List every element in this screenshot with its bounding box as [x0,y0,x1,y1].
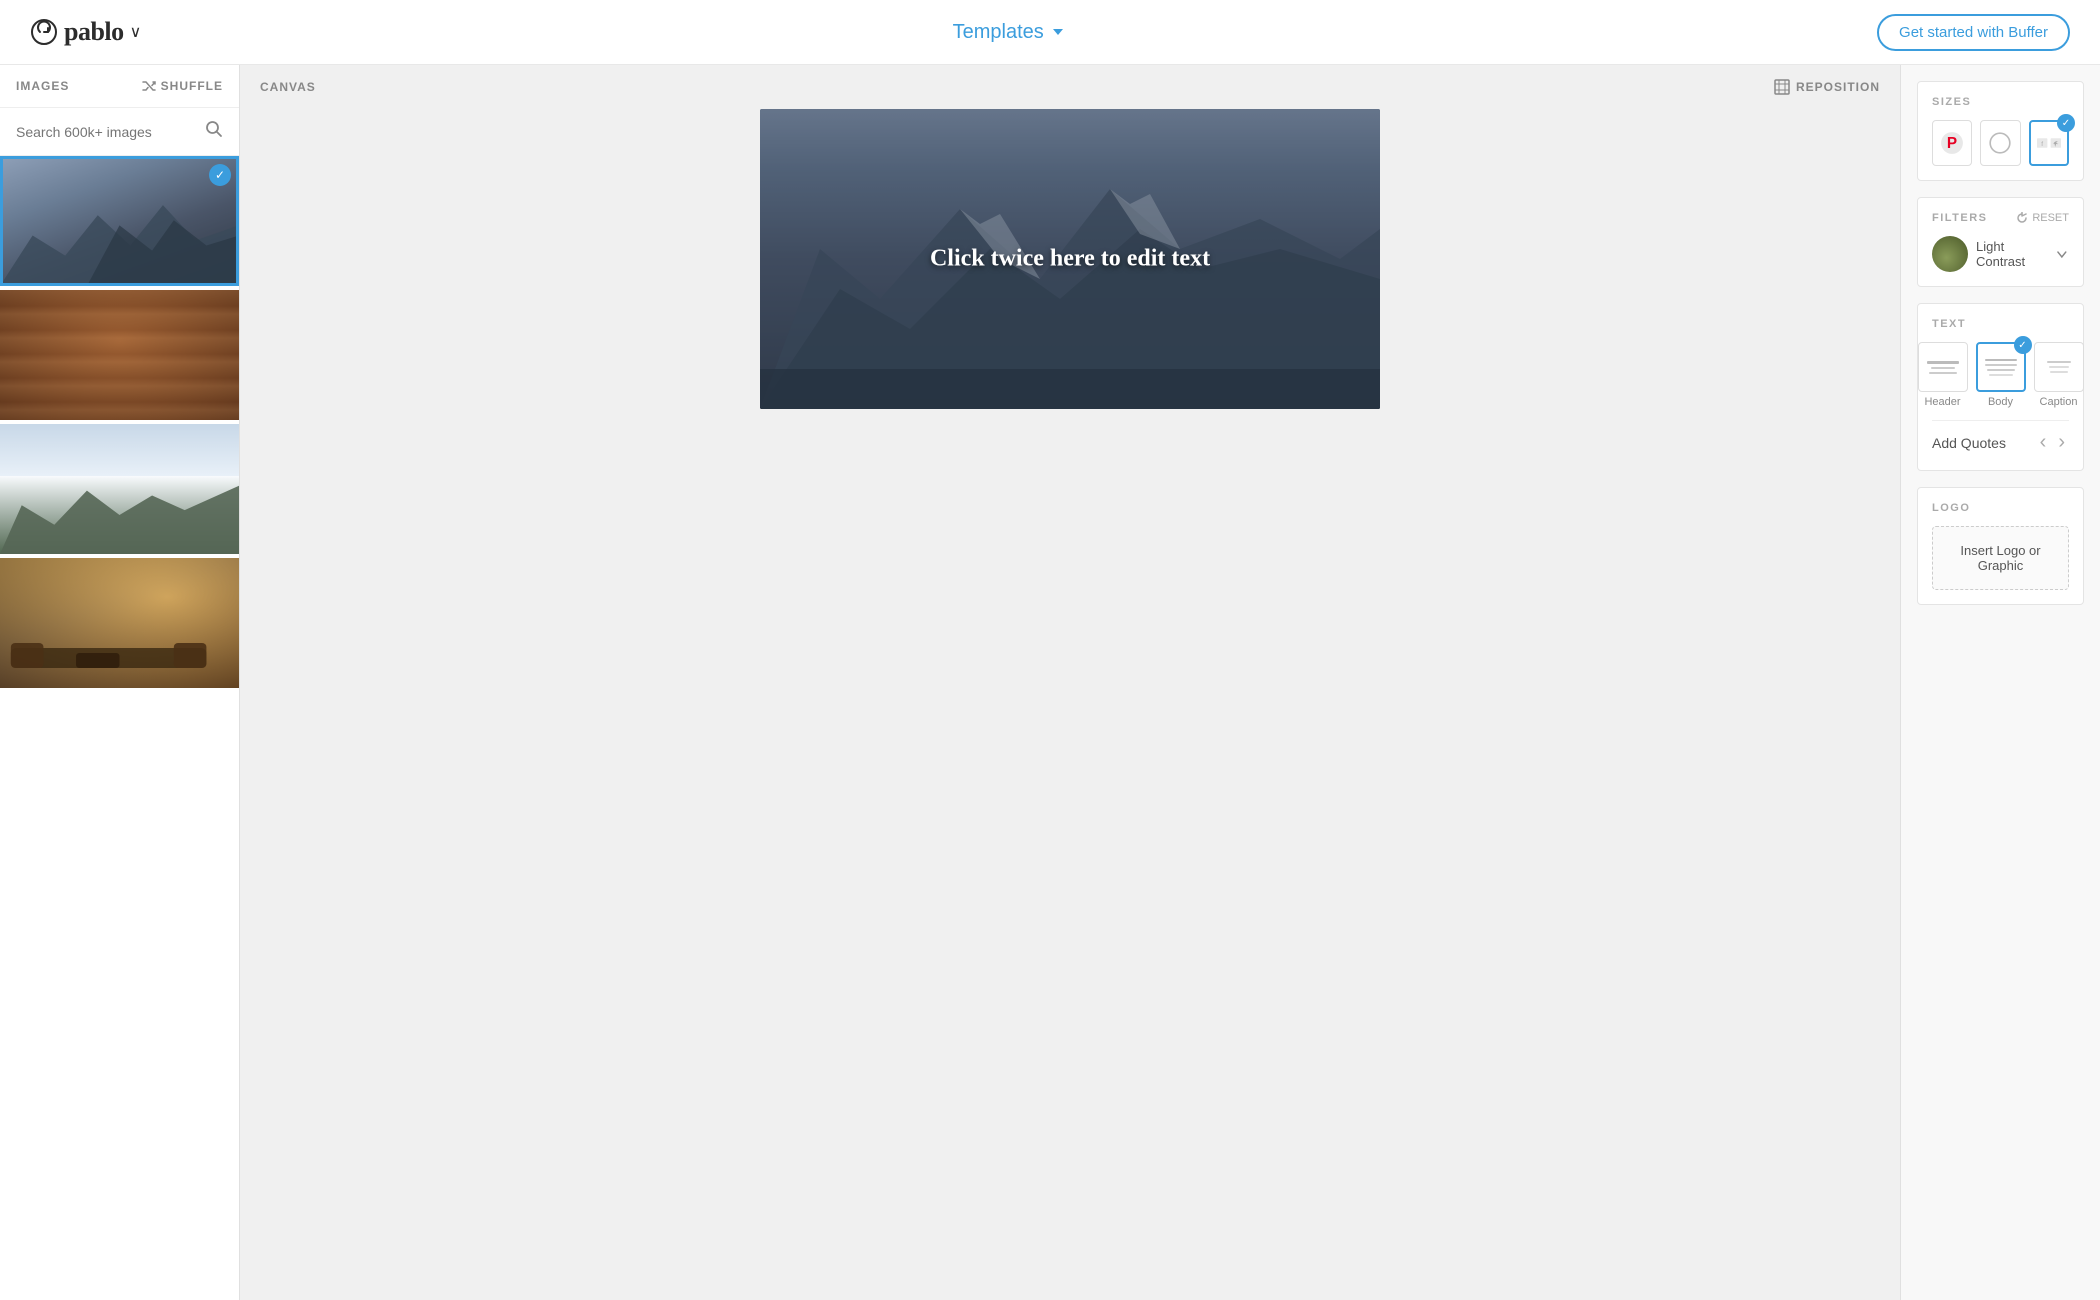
right-panel: SIZES P ✓ [1900,65,2100,1300]
reset-button[interactable]: RESET [2016,212,2069,224]
reposition-button[interactable]: REPOSITION [1774,79,1880,95]
circle-icon [1988,131,2012,155]
image-item[interactable] [0,558,239,688]
filter-chevron-icon [2055,247,2069,261]
svg-text:P: P [1947,135,1957,152]
misty-mountain-svg [0,476,239,554]
search-area [0,108,239,156]
sizes-section: SIZES P ✓ [1917,81,2084,181]
quotes-next-button[interactable]: › [2054,429,2069,456]
reposition-icon [1774,79,1790,95]
size-circle-button[interactable] [1980,120,2020,166]
logo-section-title: LOGO [1932,502,2069,514]
sizes-title: SIZES [1932,96,2069,108]
caption-line-3 [2050,371,2068,373]
header-line-2 [1931,367,1955,369]
templates-button[interactable]: Templates [941,15,1078,50]
filter-preview [1932,236,1968,272]
header-line-3 [1929,372,1957,374]
pinterest-icon: P [1940,131,1964,155]
logo-caret-icon[interactable]: ∨ [130,22,142,42]
left-panel-tabs: IMAGES SHUFFLE [0,65,239,108]
text-body-label: Body [1988,396,2013,408]
shuffle-button[interactable]: SHUFFLE [142,79,223,93]
search-input[interactable] [16,124,197,140]
selected-overlay [0,156,239,286]
images-tab[interactable]: IMAGES [16,79,69,93]
reset-label: RESET [2032,212,2069,224]
text-options: Header ✓ Body [1932,342,2069,408]
quotes-prev-button[interactable]: ‹ [2036,429,2051,456]
header-line-1 [1927,361,1959,364]
canvas[interactable]: Click twice here to edit text [760,109,1380,409]
insert-logo-label: Insert Logo or Graphic [1949,543,2052,573]
body-line-3 [1987,369,2015,371]
text-title: TEXT [1932,318,2069,330]
logo-section: LOGO Insert Logo or Graphic [1917,487,2084,605]
svg-text:f: f [2041,141,2043,148]
filter-selected-label: Light Contrast [1976,239,2055,269]
filter-dropdown[interactable]: Light Contrast [1976,239,2069,269]
body-line-4 [1989,374,2013,376]
search-icon[interactable] [205,120,223,143]
caption-line-2 [2049,366,2069,368]
body-line-1 [1985,359,2017,361]
sizes-grid: P ✓ f [1932,120,2069,166]
shuffle-label: SHUFFLE [161,79,223,93]
text-section: TEXT Header ✓ [1917,303,2084,471]
filter-header: FILTERS RESET [1932,212,2069,224]
add-quotes-label: Add Quotes [1932,435,2006,451]
text-header-label: Header [1924,396,1960,408]
text-style-header-button[interactable] [1918,342,1968,392]
image-item[interactable] [0,424,239,554]
body-check-icon: ✓ [2014,336,2032,354]
canvas-label: CANVAS [260,80,316,94]
caption-line-1 [2047,361,2071,363]
text-style-caption-button[interactable] [2034,342,2084,392]
add-quotes-row: Add Quotes ‹ › [1932,420,2069,456]
header: pablo ∨ Templates Get started with Buffe… [0,0,2100,65]
get-started-button[interactable]: Get started with Buffer [1877,14,2070,51]
check-icon: ✓ [2057,114,2075,132]
image-item[interactable]: ✓ [0,156,239,286]
image-item[interactable] [0,290,239,420]
logo-area: pablo ∨ [30,17,141,47]
size-pinterest-button[interactable]: P [1932,120,1972,166]
canvas-text[interactable]: Click twice here to edit text [930,246,1210,273]
filters-title: FILTERS [1932,212,1988,224]
text-header-group: Header [1918,342,1968,408]
pablo-logo-icon [30,18,58,46]
quotes-navigation: ‹ › [2036,429,2069,456]
reset-icon [2016,212,2028,224]
app-logo-text: pablo [64,17,124,47]
text-caption-label: Caption [2040,396,2078,408]
image-list: ✓ [0,156,239,1300]
canvas-header: CANVAS REPOSITION [240,65,1900,109]
body-line-2 [1985,364,2017,366]
left-panel: IMAGES SHUFFLE [0,65,240,1300]
main-layout: IMAGES SHUFFLE [0,65,2100,1300]
text-style-body-button[interactable]: ✓ [1976,342,2026,392]
text-body-group: ✓ Body [1976,342,2026,408]
size-twitter-fb-button[interactable]: ✓ f [2029,120,2070,166]
text-caption-group: Caption [2034,342,2084,408]
twitter-fb-icon: f [2037,131,2061,155]
couch-svg [0,623,239,688]
check-badge: ✓ [209,164,231,186]
filter-select-area[interactable]: Light Contrast [1932,236,2069,272]
insert-logo-button[interactable]: Insert Logo or Graphic [1932,526,2069,590]
filter-preview-image [1932,236,1968,272]
templates-chevron-icon [1050,24,1066,40]
filters-section: FILTERS RESET Light Contrast [1917,197,2084,287]
canvas-wrapper: Click twice here to edit text [240,109,1900,1300]
templates-label: Templates [953,21,1044,44]
canvas-area: CANVAS REPOSITION [240,65,1900,1300]
reposition-label: REPOSITION [1796,80,1880,94]
shuffle-icon [142,79,156,93]
